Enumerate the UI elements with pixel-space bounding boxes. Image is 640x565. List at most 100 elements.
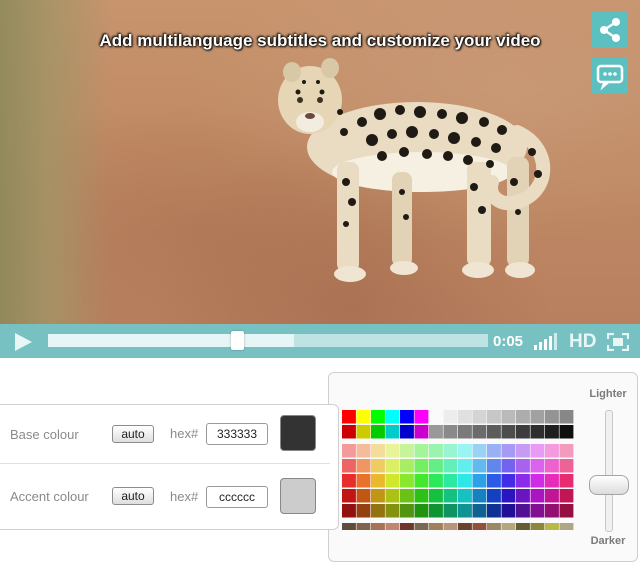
palette-swatch[interactable] [559,474,574,488]
palette-swatch[interactable] [385,489,400,503]
palette-swatch[interactable] [356,504,371,518]
palette-swatch[interactable] [516,444,530,458]
palette-swatch[interactable] [487,523,501,530]
palette-swatch[interactable] [458,444,472,458]
palette-swatch[interactable] [385,523,400,530]
palette-swatch[interactable] [371,459,385,473]
palette-swatch[interactable] [458,523,472,530]
video-frame[interactable]: Add multilanguage subtitles and customiz… [0,0,640,324]
palette-swatch[interactable] [400,410,414,424]
base-hex-input[interactable] [206,423,268,445]
accent-auto-button[interactable]: auto [112,487,154,505]
lightness-slider-track[interactable] [605,410,613,532]
palette-swatch[interactable] [530,444,545,458]
palette-swatch[interactable] [429,504,443,518]
palette-swatch[interactable] [443,504,458,518]
palette-swatch[interactable] [356,459,371,473]
palette-swatch[interactable] [545,474,559,488]
palette-swatch[interactable] [487,410,501,424]
palette-swatch[interactable] [530,489,545,503]
palette-swatch[interactable] [400,474,414,488]
palette-swatch[interactable] [385,425,400,439]
palette-swatch[interactable] [545,523,559,530]
play-icon[interactable] [12,332,34,352]
palette-swatch[interactable] [400,459,414,473]
palette-swatch[interactable] [545,489,559,503]
palette-swatch[interactable] [385,410,400,424]
palette-swatch[interactable] [443,410,458,424]
palette-swatch[interactable] [414,410,429,424]
palette-swatch[interactable] [487,504,501,518]
palette-swatch[interactable] [559,425,574,439]
lightness-slider-handle[interactable] [589,475,629,495]
palette-swatch[interactable] [458,459,472,473]
palette-swatch[interactable] [559,410,574,424]
palette-swatch[interactable] [371,474,385,488]
colour-palette-grid[interactable] [342,410,574,530]
fullscreen-icon[interactable] [607,333,629,351]
progress-handle[interactable] [231,331,245,350]
palette-swatch[interactable] [516,489,530,503]
palette-swatch[interactable] [414,444,429,458]
palette-swatch[interactable] [356,474,371,488]
palette-swatch[interactable] [342,410,356,424]
palette-swatch[interactable] [414,425,429,439]
comment-button[interactable] [592,58,628,94]
palette-swatch[interactable] [342,474,356,488]
palette-swatch[interactable] [443,459,458,473]
palette-swatch[interactable] [371,410,385,424]
share-button[interactable] [592,12,628,48]
palette-swatch[interactable] [516,459,530,473]
palette-swatch[interactable] [458,425,472,439]
palette-swatch[interactable] [458,474,472,488]
palette-swatch[interactable] [530,474,545,488]
palette-swatch[interactable] [487,474,501,488]
palette-swatch[interactable] [429,489,443,503]
palette-swatch[interactable] [342,489,356,503]
palette-swatch[interactable] [356,410,371,424]
palette-swatch[interactable] [501,425,516,439]
palette-swatch[interactable] [487,459,501,473]
palette-swatch[interactable] [501,504,516,518]
palette-swatch[interactable] [458,504,472,518]
palette-swatch[interactable] [545,459,559,473]
progress-bar[interactable] [48,331,488,350]
base-colour-swatch[interactable] [280,415,316,451]
palette-swatch[interactable] [530,425,545,439]
palette-swatch[interactable] [545,504,559,518]
palette-swatch[interactable] [400,523,414,530]
palette-swatch[interactable] [501,410,516,424]
palette-swatch[interactable] [530,523,545,530]
base-auto-button[interactable]: auto [112,425,154,443]
palette-swatch[interactable] [371,489,385,503]
palette-swatch[interactable] [472,504,487,518]
palette-swatch[interactable] [342,425,356,439]
palette-swatch[interactable] [516,474,530,488]
palette-swatch[interactable] [385,459,400,473]
palette-swatch[interactable] [530,410,545,424]
hd-toggle[interactable]: HD [569,331,596,353]
palette-swatch[interactable] [472,523,487,530]
palette-swatch[interactable] [414,489,429,503]
palette-swatch[interactable] [501,489,516,503]
palette-swatch[interactable] [501,523,516,530]
palette-swatch[interactable] [385,504,400,518]
palette-swatch[interactable] [472,459,487,473]
palette-swatch[interactable] [400,489,414,503]
palette-swatch[interactable] [487,489,501,503]
palette-swatch[interactable] [414,504,429,518]
palette-swatch[interactable] [342,459,356,473]
palette-swatch[interactable] [487,444,501,458]
palette-swatch[interactable] [400,425,414,439]
palette-swatch[interactable] [559,444,574,458]
palette-swatch[interactable] [530,459,545,473]
accent-hex-input[interactable] [206,486,268,508]
palette-swatch[interactable] [458,489,472,503]
palette-swatch[interactable] [545,410,559,424]
palette-swatch[interactable] [429,474,443,488]
video-player[interactable]: Add multilanguage subtitles and customiz… [0,0,640,358]
palette-swatch[interactable] [501,474,516,488]
palette-swatch[interactable] [429,523,443,530]
palette-swatch[interactable] [472,474,487,488]
palette-swatch[interactable] [342,504,356,518]
